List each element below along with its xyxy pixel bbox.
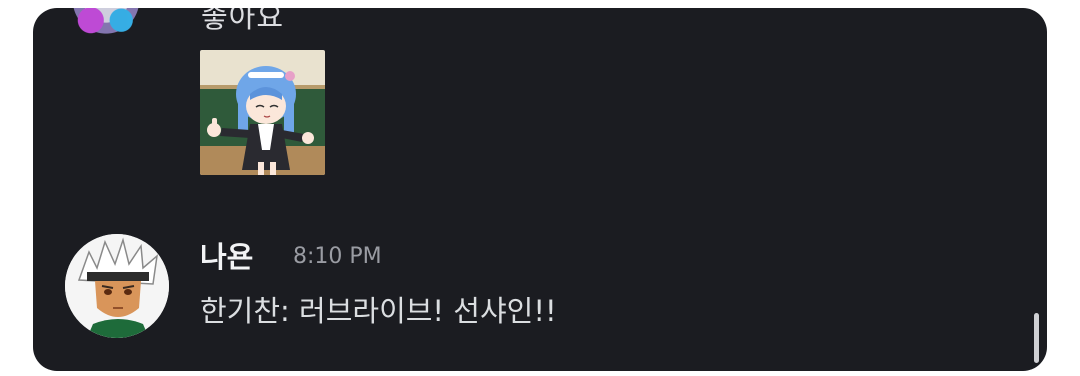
message-text: 한기찬: 러브라이브! 선샤인!!	[200, 294, 557, 328]
anime-sticker-image[interactable]	[200, 50, 325, 175]
user-avatar[interactable]	[65, 234, 169, 338]
chat-panel: 좋아요 나욘 8:10 PM 한기찬: 러브라이브! 선샤인!!	[33, 8, 1047, 371]
message-timestamp: 8:10 PM	[293, 244, 382, 269]
previous-message-text: 좋아요	[201, 8, 285, 34]
message-author[interactable]: 나욘	[200, 234, 253, 276]
chat-message: 나욘 8:10 PM 한기찬: 러브라이브! 선샤인!!	[33, 230, 1047, 350]
scrollbar[interactable]	[1034, 313, 1039, 363]
sticker-art	[200, 50, 325, 175]
previous-user-avatar[interactable]	[68, 8, 144, 40]
avatar-art	[65, 234, 169, 338]
